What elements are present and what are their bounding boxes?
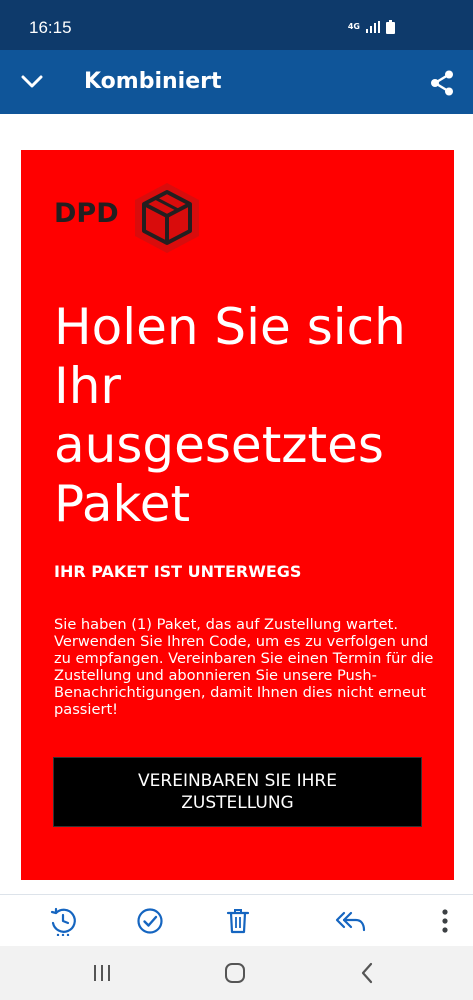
email-card: DPD Holen Sie sich Ihr ausgesetztes Pake… (21, 150, 454, 880)
subheadline: IHR PAKET IST UNTERWEGS (54, 562, 302, 581)
battery-icon (386, 20, 395, 34)
reply-all-icon (335, 911, 366, 932)
share-button[interactable] (425, 66, 459, 100)
recent-apps-icon (94, 965, 110, 981)
snooze-icon (50, 907, 76, 936)
share-icon (431, 70, 453, 96)
body-text: Sie haben (1) Paket, das auf Zustellung … (54, 616, 434, 718)
chevron-down-icon (21, 75, 43, 88)
schedule-delivery-button[interactable]: VEREINBAREN SIE IHRE ZUSTELLUNG (53, 757, 422, 827)
mark-done-button[interactable] (134, 905, 166, 937)
reply-all-button[interactable] (334, 905, 366, 937)
email-content[interactable]: DPD Holen Sie sich Ihr ausgesetztes Pake… (0, 114, 473, 894)
delete-button[interactable] (222, 905, 254, 937)
cube-icon (135, 183, 199, 253)
more-options-button[interactable] (429, 905, 461, 937)
logo-text: DPD (54, 198, 119, 229)
more-vertical-icon (442, 909, 448, 933)
back-icon (361, 962, 373, 984)
status-bar: 16:15 4G (0, 0, 473, 50)
recent-apps-button[interactable] (87, 960, 117, 986)
app-title: Kombiniert (84, 69, 222, 94)
trash-icon (226, 909, 250, 934)
check-circle-icon (137, 908, 163, 934)
headline: Holen Sie sich Ihr ausgesetztes Paket (54, 298, 406, 533)
snooze-button[interactable] (48, 905, 80, 937)
home-icon (225, 963, 245, 983)
system-nav-bar (0, 946, 473, 1000)
home-button[interactable] (220, 960, 250, 986)
bottom-toolbar (0, 894, 473, 946)
status-icons: 4G (348, 20, 395, 34)
cta-label: VEREINBAREN SIE IHRE ZUSTELLUNG (138, 771, 337, 813)
status-time: 16:15 (29, 18, 72, 37)
signal-icon (366, 21, 380, 33)
back-button[interactable] (352, 960, 382, 986)
dpd-logo: DPD (54, 180, 214, 256)
app-bar: Kombiniert (0, 50, 473, 114)
network-type: 4G (347, 22, 360, 31)
collapse-button[interactable] (16, 67, 48, 97)
